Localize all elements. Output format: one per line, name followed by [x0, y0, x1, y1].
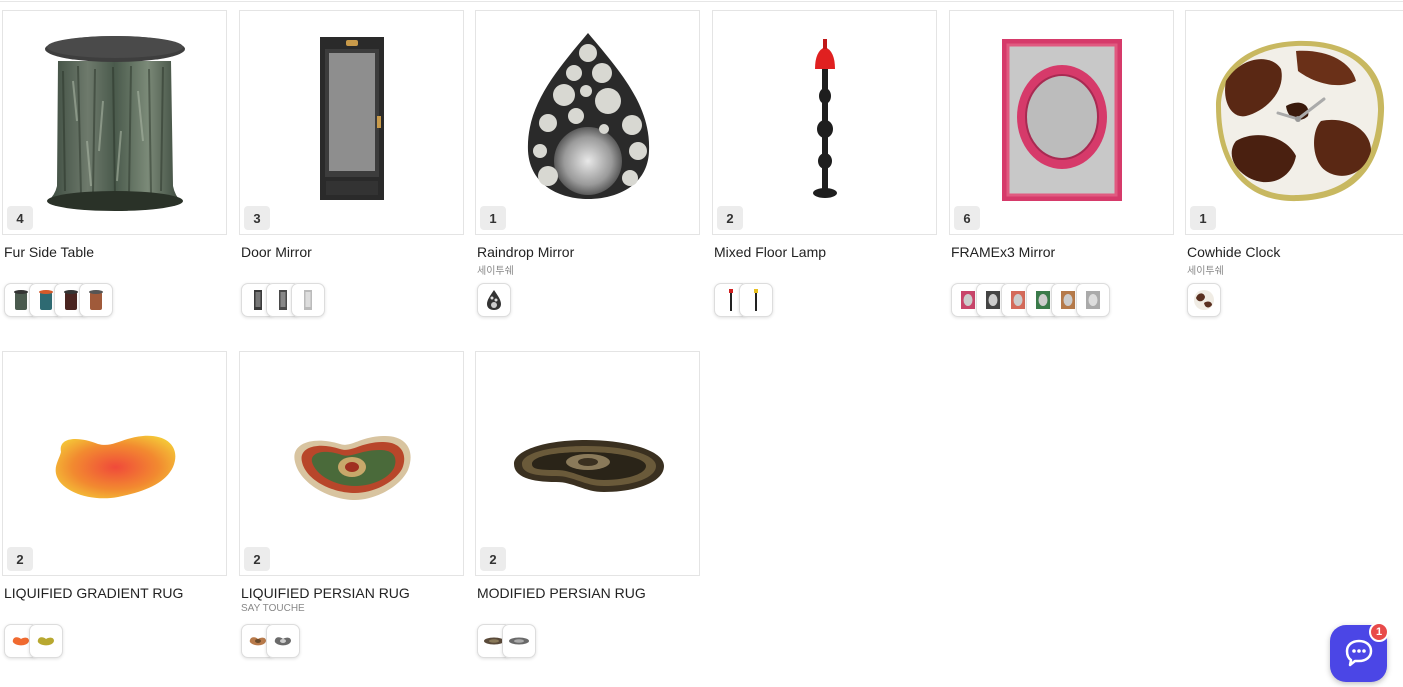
variant-swatches [2, 283, 227, 317]
floor-lamp-image [813, 39, 837, 198]
variant-swatch[interactable] [739, 283, 773, 317]
variant-swatches [712, 283, 937, 317]
variant-swatches [949, 283, 1174, 317]
variant-swatch[interactable] [266, 624, 300, 658]
product-title[interactable]: Door Mirror [239, 244, 464, 262]
product-brand: 세이투쉐 [1187, 266, 1224, 277]
product-title[interactable]: Raindrop Mirror [475, 244, 700, 262]
chat-notification-badge: 1 [1369, 622, 1389, 642]
product-card[interactable]: 4 Fur Side Table [2, 10, 227, 317]
product-card[interactable]: 2 LIQUIFIED PERSIAN RUG SAY TOUCHE [239, 351, 464, 658]
variant-count-badge: 1 [1190, 206, 1216, 230]
chat-icon [1345, 639, 1372, 666]
product-title[interactable]: Cowhide Clock [1185, 244, 1403, 262]
modified-persian-rug-image [514, 440, 664, 492]
product-brand [475, 603, 700, 615]
product-image[interactable]: 1 [475, 10, 700, 235]
product-card[interactable]: 2 MODIFIED PERSIAN RUG [475, 351, 700, 658]
product-image[interactable]: 6 [949, 10, 1174, 235]
product-card[interactable]: 2 LIQUIFIED GRADIENT RUG [2, 351, 227, 658]
product-brand [949, 262, 1174, 274]
variant-swatch[interactable] [291, 283, 325, 317]
door-mirror-image [320, 37, 384, 200]
product-title[interactable]: FRAMEx3 Mirror [949, 244, 1174, 262]
raindrop-mirror-image [527, 33, 650, 199]
variant-count-badge: 3 [244, 206, 270, 230]
product-image[interactable]: 1 [1185, 10, 1403, 235]
product-brand: 세이투쉐 [477, 266, 514, 277]
product-brand: SAY TOUCHE [241, 603, 305, 614]
frame-mirror-image [1002, 39, 1122, 201]
variant-count-badge: 6 [954, 206, 980, 230]
variant-swatches [475, 624, 700, 658]
variant-swatches [1185, 283, 1403, 317]
product-grid: 4 Fur Side Table 3 Door Mirror 1 Raindro… [0, 0, 1403, 687]
product-image[interactable]: 2 [475, 351, 700, 576]
variant-swatches [239, 283, 464, 317]
variant-count-badge: 1 [480, 206, 506, 230]
product-brand [239, 262, 464, 274]
variant-swatch[interactable] [1187, 283, 1221, 317]
product-card[interactable]: 2 Mixed Floor Lamp [712, 10, 937, 317]
product-title[interactable]: Mixed Floor Lamp [712, 244, 937, 262]
variant-swatch[interactable] [502, 624, 536, 658]
variant-swatch[interactable] [79, 283, 113, 317]
product-card[interactable]: 1 Cowhide Clock 세이투쉐 [1185, 10, 1403, 317]
product-brand [2, 603, 227, 615]
product-image[interactable]: 2 [239, 351, 464, 576]
product-card[interactable]: 3 Door Mirror [239, 10, 464, 317]
variant-swatch[interactable] [477, 283, 511, 317]
product-brand [2, 262, 227, 274]
product-image[interactable]: 2 [2, 351, 227, 576]
product-card[interactable]: 6 FRAMEx3 Mirror [949, 10, 1174, 317]
product-brand [712, 262, 937, 274]
variant-count-badge: 2 [717, 206, 743, 230]
product-image[interactable]: 2 [712, 10, 937, 235]
fur-side-table-image [45, 36, 185, 211]
variant-swatches [239, 624, 464, 658]
product-image[interactable]: 3 [239, 10, 464, 235]
product-title[interactable]: MODIFIED PERSIAN RUG [475, 585, 700, 603]
persian-rug-image [294, 436, 411, 500]
product-image[interactable]: 4 [2, 10, 227, 235]
cowhide-clock-image [1216, 40, 1385, 202]
variant-swatches [2, 624, 227, 658]
product-title[interactable]: LIQUIFIED PERSIAN RUG [239, 585, 464, 603]
variant-count-badge: 4 [7, 206, 33, 230]
variant-count-badge: 2 [480, 547, 506, 571]
variant-swatch[interactable] [29, 624, 63, 658]
variant-swatches [475, 283, 700, 317]
gradient-rug-image [55, 435, 176, 499]
product-title[interactable]: Fur Side Table [2, 244, 227, 262]
variant-count-badge: 2 [7, 547, 33, 571]
variant-count-badge: 2 [244, 547, 270, 571]
product-card[interactable]: 1 Raindrop Mirror 세이투쉐 [475, 10, 700, 317]
product-title[interactable]: LIQUIFIED GRADIENT RUG [2, 585, 227, 603]
variant-swatch[interactable] [1076, 283, 1110, 317]
